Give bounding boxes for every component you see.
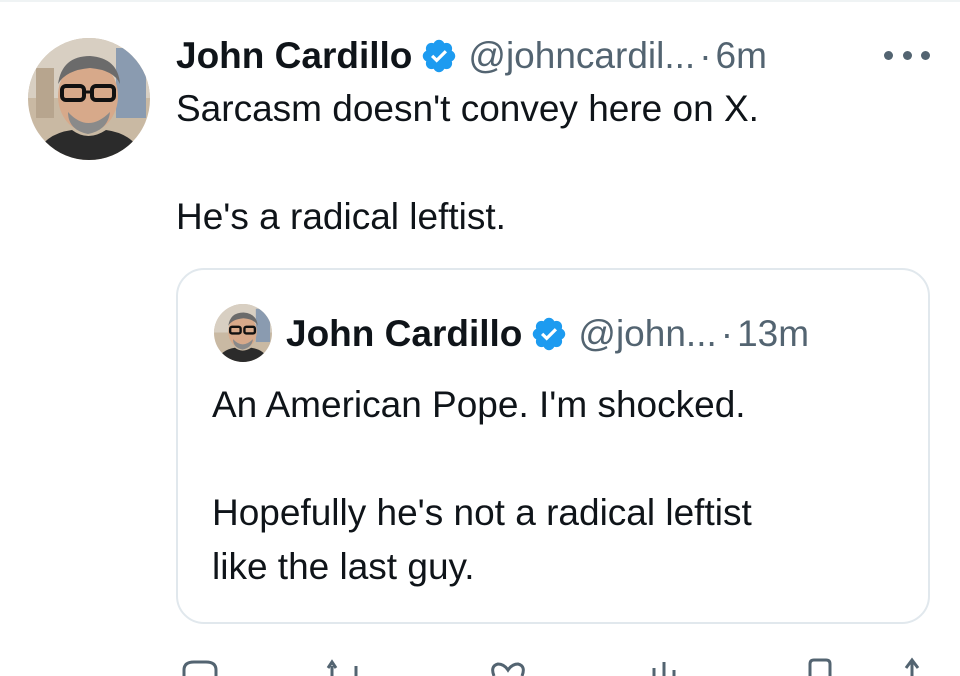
separator-dot: · xyxy=(720,313,734,354)
reply-icon[interactable] xyxy=(180,656,220,676)
timestamp[interactable]: 6m xyxy=(716,35,767,77)
views-icon[interactable] xyxy=(646,656,686,676)
quoted-text-line: An American Pope. I'm shocked. xyxy=(212,384,746,425)
verified-badge-icon xyxy=(420,37,458,75)
tweet[interactable]: John Cardillo @johncardil... · 6m Sarcas… xyxy=(0,0,960,676)
share-icon[interactable] xyxy=(898,656,928,676)
repost-icon[interactable] xyxy=(326,656,366,676)
avatar-photo xyxy=(28,38,150,160)
quoted-text-line: like the last guy. xyxy=(212,546,475,587)
tweet-header: John Cardillo @johncardil... · 6m xyxy=(176,28,767,84)
author-name[interactable]: John Cardillo xyxy=(176,35,412,77)
avatar[interactable] xyxy=(28,38,150,160)
quoted-tweet[interactable]: John Cardillo @john... · 13m An American… xyxy=(176,268,930,624)
tweet-text-line: Sarcasm doesn't convey here on X. xyxy=(176,88,759,129)
quoted-text-line: Hopefully he's not a radical leftist xyxy=(212,492,752,533)
like-icon[interactable] xyxy=(488,656,528,676)
quoted-avatar[interactable] xyxy=(214,304,272,362)
author-handle[interactable]: @johncardil... xyxy=(468,35,695,77)
action-bar xyxy=(176,648,930,676)
quoted-timestamp: 13m xyxy=(737,313,810,354)
bookmark-icon[interactable] xyxy=(802,656,842,676)
more-horizontal-icon[interactable] xyxy=(884,44,930,66)
quoted-author-handle: @john... xyxy=(578,313,717,354)
tweet-text-line: He's a radical leftist. xyxy=(176,196,506,237)
verified-badge-icon xyxy=(530,315,568,353)
quoted-avatar-photo xyxy=(214,304,272,362)
quoted-header: John Cardillo @john... · 13m xyxy=(286,306,809,362)
quoted-author-name: John Cardillo xyxy=(286,313,523,354)
separator-dot: · xyxy=(699,35,712,76)
